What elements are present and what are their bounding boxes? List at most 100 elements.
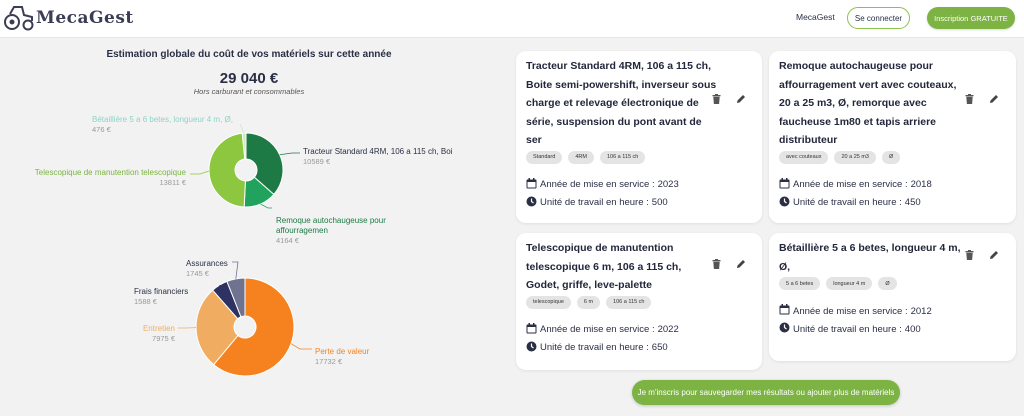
calendar-icon [526, 322, 537, 337]
tag: Ø [882, 150, 901, 164]
leader-line [290, 343, 312, 350]
slice-value: 17732 € [315, 357, 343, 366]
card-title-line: distributeur [779, 134, 838, 146]
leader-line [260, 203, 272, 209]
pencil-icon[interactable] [988, 93, 1000, 105]
hours-label: Unité de travail en heure : [793, 197, 902, 208]
tractor-logo-icon [4, 6, 34, 31]
year-label: Année de mise en service : [793, 179, 908, 190]
card-actions [963, 93, 1000, 105]
card-title-line: Bétaillière 5 a 6 betes, longueur 4 m, [779, 242, 961, 254]
slice-label: Perte de valeur [315, 347, 370, 356]
nav-link-mecagest[interactable]: MecaGest [796, 12, 835, 22]
slice-value: 7975 € [152, 334, 176, 343]
hours-row: Unité de travail en heure : 650 [526, 341, 668, 355]
card-title: Bétaillière 5 a 6 betes, longueur 4 m, Ø, [779, 239, 961, 276]
card-title-line: Remoque autochaugeuse pour [779, 60, 934, 72]
card-title: Remoque autochaugeuse pour affourragement… [779, 57, 956, 150]
card-actions [710, 258, 747, 270]
slice-value: 10589 € [303, 157, 331, 166]
save-results-button[interactable]: Je m'inscris pour sauvegarder mes résult… [632, 380, 900, 405]
slice-value: 1745 € [186, 269, 210, 278]
slice-label: Bétaillière 5 a 6 betes, longueur 4 m, Ø… [92, 115, 233, 124]
slice-label: Remoque autochaugeuse pour affourragemen [276, 216, 386, 235]
logo[interactable]: MecaGest [4, 3, 134, 33]
calendar-icon [779, 177, 790, 192]
hours-label: Unité de travail en heure : [540, 342, 649, 353]
tag: Ø [878, 277, 897, 290]
card-title-line: charge et relevage électronique de [526, 97, 699, 109]
cost-charts: Tracteur Standard 4RM, 106 a 115 ch, Boi… [35, 115, 453, 377]
clock-icon [779, 196, 790, 210]
tag: 20 a 25 m3 [834, 150, 876, 164]
slice-label: Entretien [143, 324, 175, 333]
year-value: 2022 [657, 324, 679, 335]
tag: Standard [526, 150, 563, 164]
slice-value: 4164 € [276, 236, 300, 245]
card-title-line: affourragement vert avec couteaux, [779, 78, 957, 91]
slice-value: 13811 € [159, 178, 186, 187]
signup-button[interactable]: Inscription GRATUITE [927, 7, 1015, 29]
pencil-icon[interactable] [988, 249, 1000, 261]
tag: telescopique [526, 295, 571, 309]
clock-icon [779, 322, 790, 336]
equipment-card: Remoque autochaugeuse pour affourragement… [769, 51, 1016, 223]
card-tags: Standard 4RM 106 a 115 ch [526, 150, 646, 164]
slice-label: Frais financiers [134, 287, 188, 296]
logo-text: MecaGest [36, 8, 134, 28]
trash-icon[interactable] [963, 93, 975, 105]
tag: 6 m [576, 295, 601, 309]
year-row: Année de mise en service : 2012 [779, 304, 932, 318]
leader-line [279, 152, 300, 156]
card-title: Tracteur Standard 4RM, 106 a 115 ch, Boit… [526, 57, 717, 150]
equipment-card: Tracteur Standard 4RM, 106 a 115 ch, Boit… [516, 51, 762, 223]
slice-value: 476 € [92, 125, 112, 134]
hours-value: 400 [904, 323, 921, 335]
slice-label: Telescopique de manutention telescopique [35, 168, 187, 177]
trash-icon[interactable] [963, 249, 975, 261]
card-title-line: telescopique 6 m, 106 a 115 ch, [526, 260, 682, 273]
hours-label: Unité de travail en heure : [793, 323, 902, 335]
summary-total: 29 040 € [219, 70, 279, 87]
card-title-line: Boite semi-powershift, inverseur sous [526, 78, 717, 91]
slice-label: Tracteur Standard 4RM, 106 a 115 ch, Boi [303, 147, 453, 156]
card-title-line: Godet, griffe, leve-palette [526, 279, 653, 291]
year-row: Année de mise en service : 2022 [526, 322, 679, 337]
tag: 106 a 115 ch [606, 295, 652, 309]
tag: 5 a 6 betes [779, 277, 821, 290]
leader-line [232, 261, 239, 279]
trash-icon[interactable] [710, 93, 722, 105]
year-label: Année de mise en service : [540, 179, 655, 190]
top-header: MecaGest MecaGest Se connecter Inscripti… [0, 0, 1024, 38]
hours-value: 450 [904, 197, 921, 208]
year-label: Année de mise en service : [793, 305, 908, 317]
hours-value: 650 [651, 342, 668, 353]
card-tags: avec couteaux 20 a 25 m3 Ø [779, 150, 901, 164]
calendar-icon [526, 177, 537, 192]
year-row: Année de mise en service : 2023 [526, 177, 679, 192]
pencil-icon[interactable] [735, 93, 747, 105]
trash-icon[interactable] [710, 258, 722, 270]
year-value: 2012 [910, 305, 932, 317]
slice-value: 1588 € [134, 297, 158, 306]
tag: 106 a 115 ch [599, 150, 646, 164]
card-title-line: Telescopique de manutention [526, 242, 674, 254]
card-title-line: 20 a 25 m3, Ø, remorque avec [779, 97, 927, 109]
calendar-icon [779, 304, 790, 318]
card-tags: 5 a 6 betes longueur 4 m Ø [779, 277, 897, 290]
card-actions [963, 249, 1000, 261]
slice-label: Assurances [186, 259, 228, 268]
year-row: Année de mise en service : 2018 [779, 177, 932, 192]
pie-slice[interactable] [208, 132, 246, 208]
card-actions [710, 93, 747, 105]
card-title-line: série, suspension du pont avant de [526, 115, 702, 128]
summary-note: Hors carburant et consommables [193, 87, 305, 96]
card-title-line: Tracteur Standard 4RM, 106 a 115 ch, [526, 60, 712, 72]
pencil-icon[interactable] [735, 258, 747, 270]
hours-label: Unité de travail en heure : [540, 197, 649, 208]
year-label: Année de mise en service : [540, 324, 655, 335]
hours-row: Unité de travail en heure : 450 [779, 196, 921, 210]
year-value: 2018 [910, 179, 932, 190]
login-button[interactable]: Se connecter [847, 7, 910, 29]
card-title-line: ser [526, 134, 542, 146]
